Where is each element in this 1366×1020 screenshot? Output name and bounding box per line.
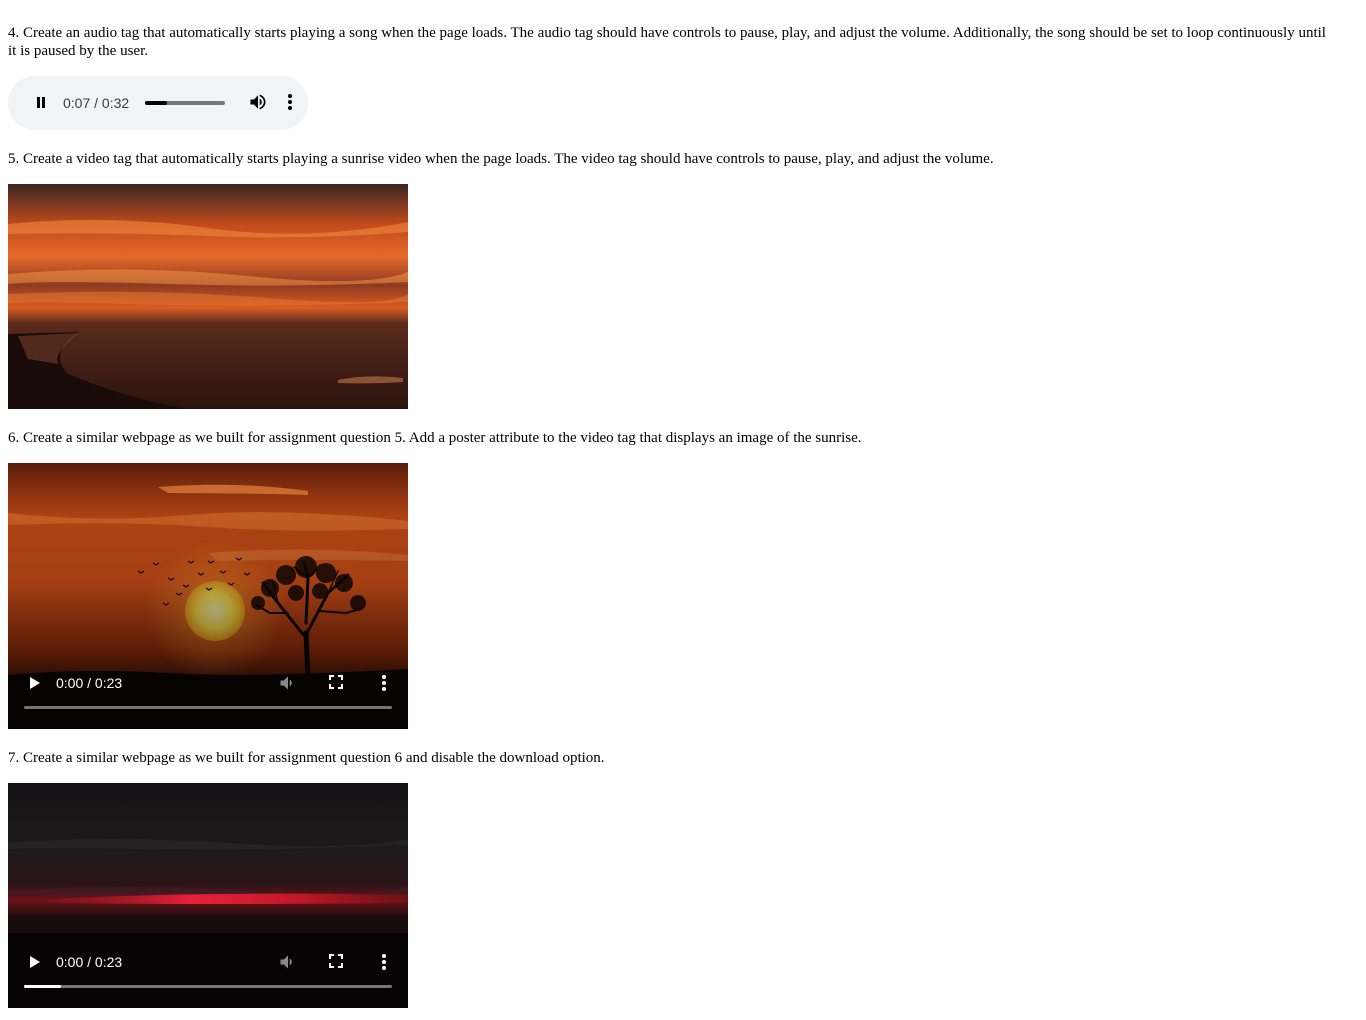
volume-icon[interactable]	[248, 92, 268, 112]
video-time: 0:00 / 0:23	[56, 954, 123, 970]
fullscreen-icon[interactable]	[328, 674, 344, 690]
play-button[interactable]	[28, 675, 42, 691]
sunrise-video[interactable]	[8, 184, 408, 409]
audio-progress-bar[interactable]	[145, 101, 225, 105]
audio-time: 0:07 / 0:32	[63, 95, 130, 111]
video-time: 0:00 / 0:23	[56, 675, 123, 691]
sunrise-video-no-download[interactable]: 0:00 / 0:23	[8, 783, 408, 1008]
play-button[interactable]	[28, 954, 42, 970]
sunrise-beach-frame	[8, 184, 408, 409]
fullscreen-icon[interactable]	[328, 953, 344, 969]
question-6-text: 6. Create a similar webpage as we built …	[8, 430, 862, 446]
more-options-icon[interactable]	[376, 952, 392, 972]
video-controls: 0:00 / 0:23	[8, 944, 408, 1008]
audio-player[interactable]: 0:07 / 0:32	[8, 76, 308, 130]
video-controls: 0:00 / 0:23	[8, 665, 408, 729]
question-5-text: 5. Create a video tag that automatically…	[8, 151, 994, 167]
volume-icon[interactable]	[278, 952, 298, 972]
question-7-text: 7. Create a similar webpage as we built …	[8, 750, 605, 766]
video-progress-bar[interactable]	[24, 985, 392, 988]
volume-icon[interactable]	[278, 673, 298, 693]
audio-progress-fill	[145, 101, 167, 105]
pause-button[interactable]	[36, 95, 48, 111]
sunrise-video-with-poster[interactable]: 0:00 / 0:23	[8, 463, 408, 729]
question-4-text: 4. Create an audio tag that automaticall…	[8, 25, 1326, 59]
video-progress-bar[interactable]	[24, 706, 392, 709]
more-options-icon[interactable]	[282, 92, 298, 112]
more-options-icon[interactable]	[376, 673, 392, 693]
video-progress-fill	[24, 985, 61, 988]
